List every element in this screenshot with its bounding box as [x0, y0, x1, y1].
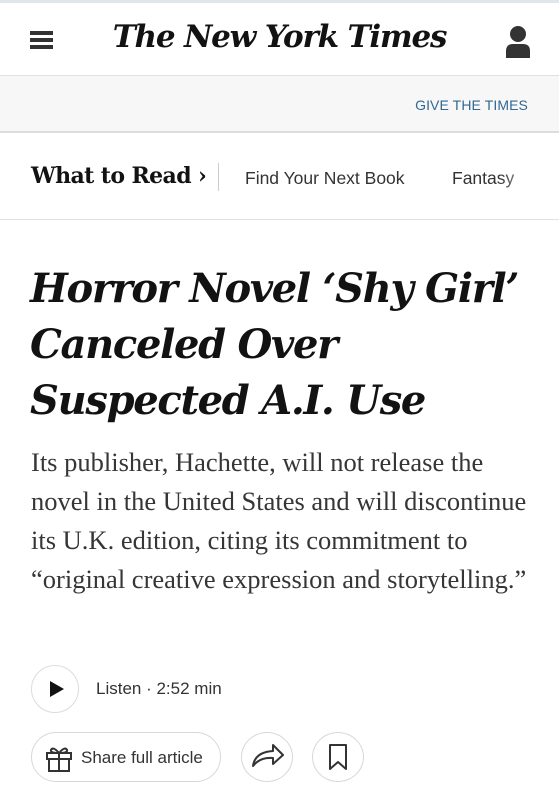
give-the-times-link[interactable]: GIVE THE TIMES	[415, 97, 528, 113]
gift-icon	[46, 747, 72, 772]
give-the-times-bar: GIVE THE TIMES	[0, 76, 559, 131]
divider	[0, 219, 559, 220]
share-full-article-button[interactable]: Share full article	[31, 732, 221, 782]
masthead: The New York Times	[0, 3, 559, 75]
share-button[interactable]	[241, 732, 293, 782]
article-summary: Its publisher, Hachette, will not releas…	[31, 447, 527, 594]
nav-link-find-your-next-book[interactable]: Find Your Next Book	[245, 168, 405, 189]
account-icon[interactable]	[505, 25, 531, 59]
play-audio-button[interactable]	[31, 665, 79, 713]
section-nav: What to Read › Find Your Next Book Fanta…	[0, 133, 559, 219]
share-arrow-icon	[252, 744, 284, 767]
listen-duration-label: Listen · 2:52 min	[96, 679, 222, 698]
share-full-article-label: Share full article	[81, 748, 203, 767]
article-headline: Horror Novel ‘Shy Girl’ Canceled Over Su…	[30, 265, 519, 424]
section-title-what-to-read[interactable]: What to Read ›	[31, 163, 207, 189]
nav-fade-overlay	[499, 133, 559, 219]
bookmark-icon	[329, 744, 347, 770]
save-button[interactable]	[312, 732, 364, 782]
nav-separator	[218, 163, 219, 191]
play-icon	[50, 681, 64, 697]
nyt-logo[interactable]: The New York Times	[0, 19, 559, 55]
